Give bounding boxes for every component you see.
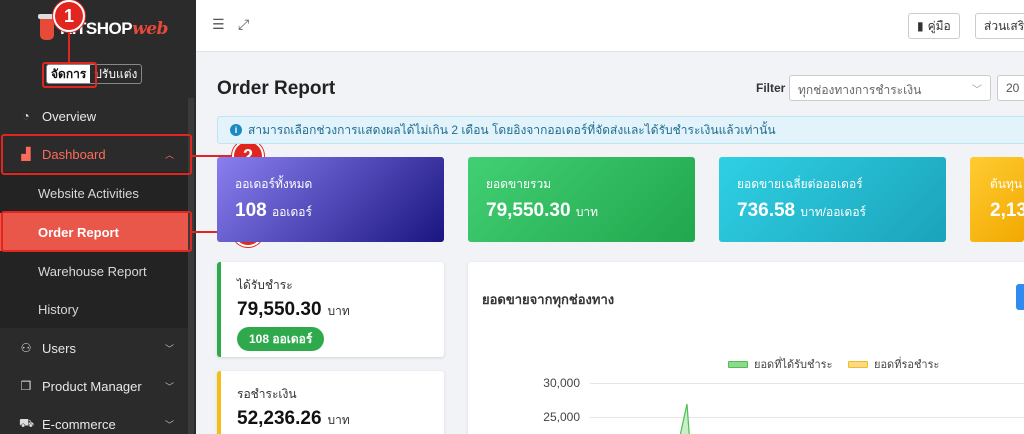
addons-button[interactable]: ส่วนเสริ: [975, 13, 1024, 39]
kpi-average-order: ยอดขายเฉลี่ยต่อออเดอร์ 736.58 บาท/ออเดอร…: [719, 157, 946, 242]
sidebar-item-product-manager[interactable]: ❒ Product Manager ﹀: [0, 367, 188, 405]
filter-label: Filter: [756, 81, 786, 95]
legend-paid[interactable]: ยอดที่ได้รับชำระ: [728, 355, 832, 373]
kpi-value: 79,550.30 บาท: [486, 200, 599, 221]
payment-channel-value: ทุกช่องทางการชำระเงิน: [798, 83, 922, 97]
legend-pending[interactable]: ยอดที่รอชำระ: [848, 355, 939, 373]
paid-card: ได้รับชำระ 79,550.30 บาท 108 ออเดอร์: [217, 262, 444, 357]
info-text: สามารถเลือกช่วงการแสดงผลได้ไม่เกิน 2 เดื…: [248, 122, 776, 137]
kpi-cost: ต้นทุน 2,13: [970, 157, 1024, 242]
kpi-label: ออเดอร์ทั้งหมด: [235, 177, 313, 191]
kpi-label: ยอดขายรวม: [486, 177, 552, 191]
annotation-box-order-report: [1, 211, 192, 252]
chart-spike: [679, 403, 690, 434]
gridline: [590, 417, 1024, 418]
sidebar-item-ecommerce[interactable]: ⛟ E-commerce ﹀: [0, 405, 188, 434]
kpi-label: ยอดขายเฉลี่ยต่อออเดอร์: [737, 177, 863, 191]
kpi-value: 108 ออเดอร์: [235, 200, 312, 221]
legend-swatch: [848, 360, 868, 368]
y-tick-label: 30,000: [543, 376, 580, 390]
pie-chart-icon: ◔: [22, 109, 30, 123]
pending-card: รอชำระเงิน 52,236.26 บาท: [217, 371, 444, 434]
addons-label: ส่วนเสริ: [984, 18, 1024, 33]
paid-label: ได้รับชำระ: [237, 278, 293, 292]
sidebar-item-label: Product Manager: [42, 378, 142, 394]
submenu-warehouse-report[interactable]: Warehouse Report: [0, 252, 188, 290]
pending-label: รอชำระเงิน: [237, 387, 297, 401]
sidebar-item-users[interactable]: ⚇ Users ﹀: [0, 329, 188, 367]
y-tick-label: 25,000: [543, 410, 580, 424]
manual-button[interactable]: ▮ คู่มือ: [908, 13, 960, 39]
sidebar-item-label: E-commerce: [42, 416, 116, 432]
annotation-line: [68, 30, 70, 62]
paid-value: 79,550.30 บาท: [237, 299, 350, 320]
info-alert: i สามารถเลือกช่วงการแสดงผลได้ไม่เกิน 2 เ…: [217, 116, 1024, 144]
sales-chart-card: ยอดขายจากทุกช่องทาง ยอดที่ได้รับชำระ ยอด…: [468, 262, 1024, 434]
user-icon: ⚇: [20, 341, 32, 355]
sidebar-item-label: Users: [42, 340, 76, 356]
date-range-select[interactable]: 20: [997, 75, 1024, 101]
kpi-total-orders: ออเดอร์ทั้งหมด 108 ออเดอร์: [217, 157, 444, 242]
kpi-label: ต้นทุน: [990, 177, 1023, 191]
annotation-marker-1: 1: [53, 0, 85, 32]
chevron-down-icon: ﹀: [164, 419, 174, 430]
submenu-website-activities[interactable]: Website Activities: [0, 174, 188, 212]
chart-action-button[interactable]: [1016, 284, 1024, 310]
chart-title: ยอดขายจากทุกช่องทาง: [482, 292, 615, 307]
page-title: Order Report: [217, 78, 336, 99]
kpi-total-sales: ยอดขายรวม 79,550.30 บาท: [468, 157, 695, 242]
chevron-down-icon: ﹀: [164, 381, 174, 392]
chevron-down-icon: ﹀: [164, 343, 174, 354]
kpi-value: 736.58 บาท/ออเดอร์: [737, 200, 866, 221]
pending-value: 52,236.26 บาท: [237, 408, 350, 429]
fullscreen-icon[interactable]: ⤢: [238, 16, 249, 33]
manual-label: คู่มือ: [927, 18, 951, 33]
annotation-box-mode: [42, 62, 97, 88]
legend-swatch: [728, 360, 748, 368]
cart-icon: ⛟: [19, 416, 35, 430]
sidebar-item-overview[interactable]: ◔ Overview: [0, 97, 188, 135]
book-icon: ▮: [917, 19, 924, 33]
kpi-value: 2,13: [990, 200, 1024, 221]
indent-icon[interactable]: ☰: [212, 16, 225, 33]
cup-icon: [38, 14, 56, 40]
gridline: [590, 383, 1024, 384]
topbar: ☰ ⤢ ▮ คู่มือ ส่วนเสริ: [196, 0, 1024, 52]
payment-channel-select[interactable]: ทุกช่องทางการชำระเงิน ﹀: [789, 75, 991, 101]
sidebar-item-label: Overview: [42, 108, 97, 124]
mode-customize-button[interactable]: ปรับแต่ง: [90, 65, 141, 83]
info-icon: i: [230, 124, 242, 136]
submenu-history[interactable]: History: [0, 290, 188, 328]
box-icon: ❒: [20, 379, 32, 393]
chevron-down-icon: ﹀: [972, 85, 982, 96]
paid-orders-badge: 108 ออเดอร์: [237, 327, 325, 351]
annotation-box-dashboard: [1, 134, 192, 175]
